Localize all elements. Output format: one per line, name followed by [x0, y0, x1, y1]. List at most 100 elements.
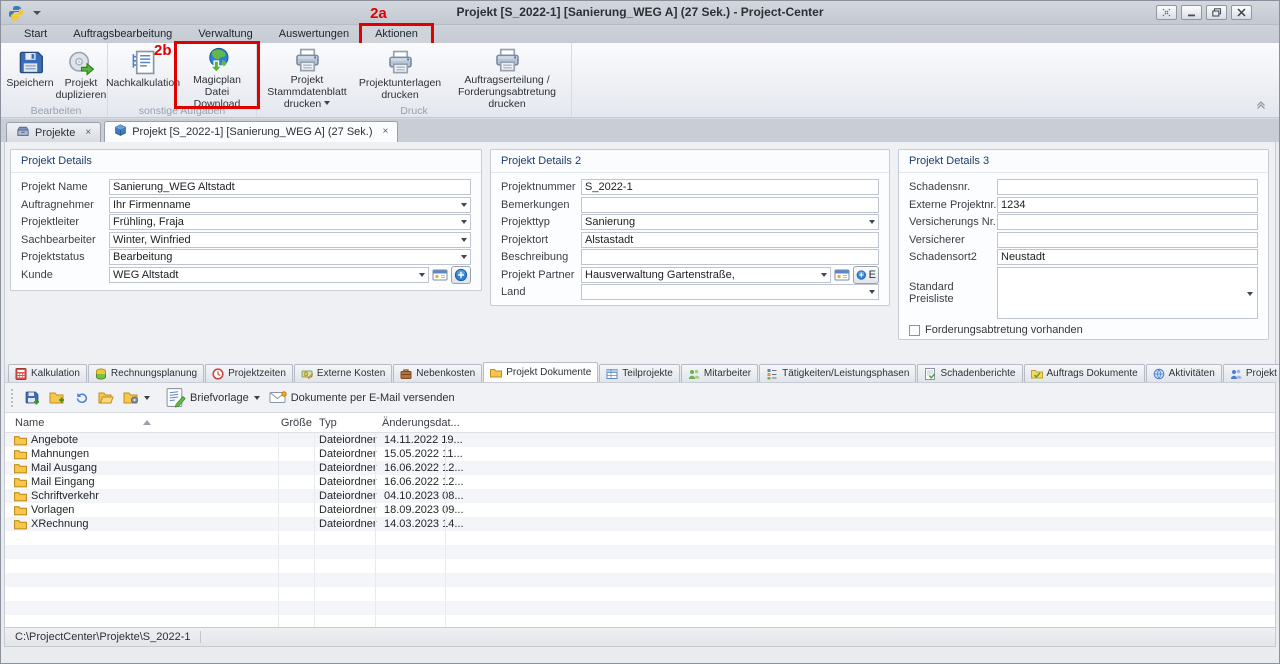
externe-projektnr-input[interactable]	[997, 197, 1258, 213]
projekt-duplizieren-button[interactable]: Projekt duplizieren	[55, 45, 107, 105]
versicherer-input[interactable]	[997, 232, 1258, 248]
forderungsabtretung-checkbox[interactable]	[909, 325, 920, 336]
projektort-input[interactable]	[581, 232, 879, 248]
grid-icon	[606, 368, 618, 380]
partner-card-button[interactable]	[834, 267, 850, 283]
save-document-button[interactable]	[24, 390, 40, 406]
panel-title: Projekt Details 3	[899, 150, 1268, 173]
column-header-aenderungsdatum[interactable]: Änderungsdat...	[382, 413, 460, 433]
ribbon-group-sonstige-aufgaben: Nachkalkulation 2b Magicplan Datei Downl…	[108, 43, 257, 117]
auftragserteilung-forderungsabtretung-drucken-button[interactable]: Auftragserteilung / Forderungsabtretung …	[443, 45, 571, 105]
projektunterlagen-drucken-button[interactable]: Projektunterlagen drucken	[357, 45, 443, 105]
tab-projekt-dokumente[interactable]: Projekt Dokumente	[483, 362, 598, 382]
column-divider	[375, 433, 376, 627]
projekt-stammdatenblatt-drucken-button[interactable]: Projekt Stammdatenblatt drucken	[257, 45, 357, 105]
collapse-ribbon-icon[interactable]	[1255, 100, 1267, 113]
column-header-groesse[interactable]: Größe	[278, 413, 312, 433]
bemerkungen-input[interactable]	[581, 197, 879, 213]
briefvorlage-button[interactable]: Briefvorlage	[165, 387, 260, 408]
table-row[interactable]: Mail Ausgang Dateiordner 16.06.2022 12..…	[5, 461, 1275, 475]
add-folder-button[interactable]	[49, 391, 65, 404]
tab-taetigkeiten-leistungsphasen[interactable]: Tätigkeiten/Leistungsphasen	[759, 364, 916, 382]
tab-aktionen[interactable]: Aktionen 2a	[362, 26, 431, 43]
projektleiter-select[interactable]: Frühling, Fraja	[109, 214, 471, 230]
tab-externe-kosten[interactable]: Externe Kosten	[294, 364, 392, 382]
tab-auftragsbearbeitung[interactable]: Auftragsbearbeitung	[60, 26, 185, 43]
tab-verwaltung[interactable]: Verwaltung	[185, 26, 265, 43]
magicplan-datei-download-button[interactable]: 2b Magicplan Datei Download	[178, 45, 256, 105]
envelope-icon	[269, 391, 287, 404]
field-label: Beschreibung	[501, 251, 581, 263]
tab-mitarbeiter[interactable]: Mitarbeiter	[681, 364, 758, 382]
projekttyp-select[interactable]: Sanierung	[581, 214, 879, 230]
toolbar-grip[interactable]	[11, 389, 13, 407]
tab-schadenberichte[interactable]: Schadenberichte	[917, 364, 1022, 382]
chevron-down-icon	[144, 396, 150, 400]
field-label: Bemerkungen	[501, 199, 581, 211]
tab-start[interactable]: Start	[11, 26, 60, 43]
open-folder-button[interactable]	[98, 391, 114, 404]
table-row[interactable]: Schriftverkehr Dateiordner 04.10.2023 08…	[5, 489, 1275, 503]
tab-auftrags-dokumente[interactable]: Auftrags Dokumente	[1024, 364, 1145, 382]
speichern-button[interactable]: Speichern	[5, 45, 55, 105]
tab-kalkulation[interactable]: Kalkulation	[8, 364, 87, 382]
folder-icon	[14, 477, 27, 488]
tab-aktivitaeten[interactable]: Aktivitäten	[1146, 364, 1222, 382]
field-label: Projektstatus	[21, 251, 109, 263]
standard-preisliste-select[interactable]	[997, 267, 1258, 319]
restore-button[interactable]	[1206, 5, 1227, 20]
table-row[interactable]: Vorlagen Dateiordner 18.09.2023 09...	[5, 503, 1275, 517]
beschreibung-input[interactable]	[581, 249, 879, 265]
auftragnehmer-select[interactable]: Ihr Firmenname	[109, 197, 471, 213]
projektstatus-select[interactable]: Bearbeitung	[109, 249, 471, 265]
minimize-button[interactable]	[1181, 5, 1202, 20]
projekt-partner-select[interactable]: Hausverwaltung Gartenstraße,	[581, 267, 831, 283]
doc-tab-projekte[interactable]: Projekte ×	[6, 122, 101, 142]
table-row[interactable]: Mahnungen Dateiordner 15.05.2022 11...	[5, 447, 1275, 461]
clock-icon	[212, 368, 224, 380]
close-tab-icon[interactable]: ×	[85, 128, 91, 138]
calculation-document-icon	[130, 47, 157, 77]
tab-nebenkosten[interactable]: Nebenkosten	[393, 364, 482, 382]
tab-teilprojekte[interactable]: Teilprojekte	[599, 364, 680, 382]
table-row[interactable]: Mail Eingang Dateiordner 16.06.2022 12..…	[5, 475, 1275, 489]
field-label: Projektort	[501, 234, 581, 246]
folder-options-button[interactable]	[123, 391, 150, 404]
table-row[interactable]: Angebote Dateiordner 14.11.2022 19...	[5, 433, 1275, 447]
column-header-typ[interactable]: Typ	[319, 413, 337, 433]
kunde-card-button[interactable]	[432, 267, 448, 283]
field-label: Projekttyp	[501, 216, 581, 228]
plus-circle-icon	[454, 268, 468, 282]
undo-button[interactable]	[74, 391, 89, 405]
kunde-add-button[interactable]	[451, 266, 471, 284]
tab-auswertungen[interactable]: Auswertungen	[266, 26, 362, 43]
schadensnr-input[interactable]	[997, 179, 1258, 195]
lower-section: Kalkulation Rechnungsplanung Projektzeit…	[5, 363, 1275, 646]
sachbearbeiter-select[interactable]: Winter, Winfried	[109, 232, 471, 248]
kunde-select[interactable]: WEG Altstadt	[109, 267, 429, 283]
column-header-name[interactable]: Name	[15, 413, 44, 433]
doc-tab-projekt-s2022-1[interactable]: Projekt [S_2022-1] [Sanierung_WEG A] (27…	[104, 121, 398, 142]
projektnummer-input[interactable]	[581, 179, 879, 195]
schadensort2-input[interactable]	[997, 249, 1258, 265]
chevron-down-icon	[461, 203, 467, 207]
window-title: Projekt [S_2022-1] [Sanierung_WEG A] (27…	[1, 5, 1279, 19]
close-tab-icon[interactable]: ×	[383, 127, 389, 137]
tab-projektzeiten[interactable]: Projektzeiten	[205, 364, 293, 382]
tab-rechnungsplanung[interactable]: Rechnungsplanung	[88, 364, 204, 382]
projekt-name-input[interactable]	[109, 179, 471, 195]
versicherungs-nr-input[interactable]	[997, 214, 1258, 230]
partner-add-button[interactable]: E	[853, 266, 879, 284]
table-row[interactable]: XRechnung Dateiordner 14.03.2023 14...	[5, 517, 1275, 531]
chevron-down-icon	[461, 220, 467, 224]
annotation-step-2b: 2b	[154, 42, 172, 59]
printer-icon	[387, 47, 414, 77]
tab-projekt-kontakte[interactable]: Projekt Kontakte	[1223, 364, 1280, 382]
close-button[interactable]	[1231, 5, 1252, 20]
folder-icon	[490, 368, 502, 378]
land-select[interactable]	[581, 284, 879, 300]
send-documents-email-button[interactable]: Dokumente per E-Mail versenden	[269, 391, 455, 404]
file-list: Name Größe Typ Änderungsdat... Angebote …	[5, 413, 1275, 627]
window-style-button[interactable]	[1156, 5, 1177, 20]
folder-add-icon	[49, 391, 65, 404]
